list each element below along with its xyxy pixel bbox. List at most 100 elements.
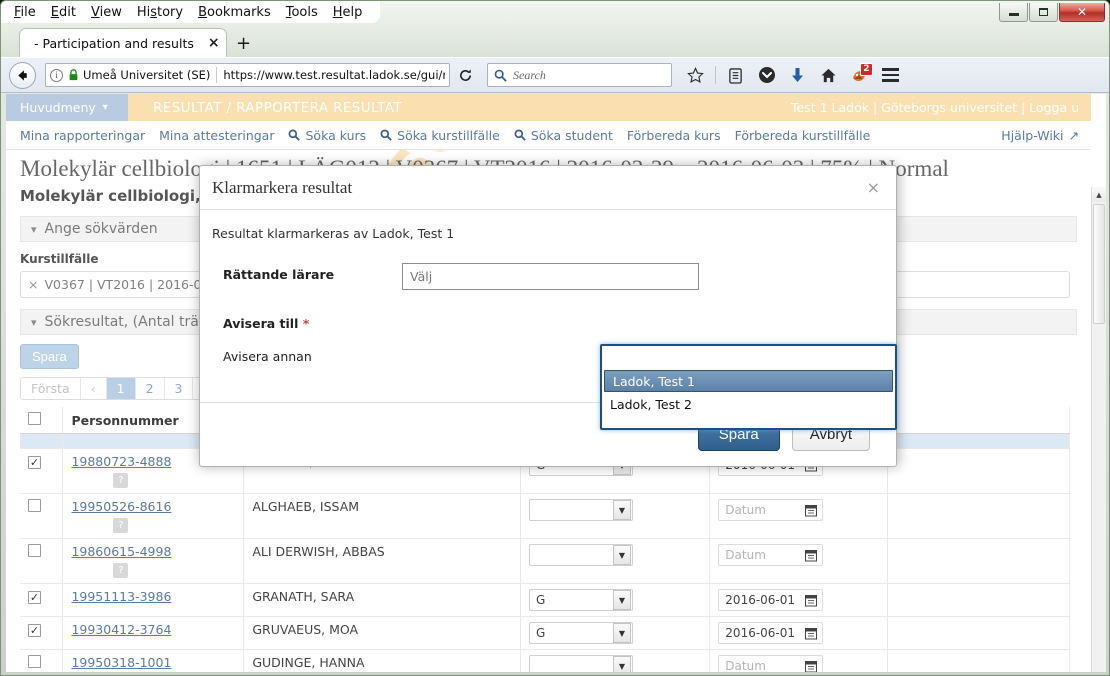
nav-forbereda-kurs[interactable]: Förbereda kurs <box>627 128 721 143</box>
tab-close-icon[interactable]: × <box>208 36 220 50</box>
row-checkbox[interactable]: ✓ <box>28 591 41 604</box>
url-bar[interactable]: i Umeå Universitet (SE) https://www.test… <box>45 63 450 87</box>
row-checkbox[interactable] <box>28 499 41 512</box>
help-icon[interactable]: ? <box>113 473 129 488</box>
chevron-down-icon[interactable]: ▼ <box>613 500 631 520</box>
browser-tab[interactable]: - Participation and results × <box>19 28 227 57</box>
close-window-button[interactable]: ✕ <box>1059 3 1105 22</box>
reload-button[interactable] <box>452 63 478 87</box>
scrollbar-thumb[interactable] <box>1093 204 1105 324</box>
grade-select[interactable]: ▼ <box>529 655 633 672</box>
pager-prev[interactable]: ‹ <box>80 378 107 399</box>
chevron-down-icon[interactable]: ▼ <box>613 590 631 610</box>
pager-page-2[interactable]: 2 <box>135 378 165 399</box>
search-icon <box>288 129 301 141</box>
show-sidebars-button[interactable] <box>722 62 749 89</box>
row-checkbox[interactable]: ✓ <box>28 456 41 469</box>
nav-mina-attesteringar[interactable]: Mina attesteringar <box>159 128 274 143</box>
menu-edit[interactable]: Edit <box>44 3 84 22</box>
personnummer-link[interactable]: 19930412-3764 <box>71 622 171 637</box>
url-text[interactable]: https://www.test.resultat.ladok.se/gui/r… <box>223 68 445 82</box>
nav-forbereda-kurstillfalle[interactable]: Förbereda kurstillfälle <box>735 128 871 143</box>
chevron-down-icon[interactable]: ▼ <box>613 545 631 565</box>
select-all-checkbox[interactable] <box>28 412 41 425</box>
menu-view[interactable]: View <box>84 3 130 22</box>
row-checkbox[interactable] <box>28 655 41 668</box>
chevron-down-icon[interactable]: ▼ <box>613 656 631 672</box>
row-checkbox[interactable] <box>28 544 41 557</box>
date-input[interactable]: Datum <box>718 544 824 566</box>
nav-mina-rapporteringar[interactable]: Mina rapporteringar <box>20 128 145 143</box>
date-input[interactable]: 2016-06-01 <box>718 589 824 611</box>
reload-icon <box>459 68 471 81</box>
maximize-button[interactable] <box>1029 3 1058 22</box>
page-info-icon[interactable]: i <box>50 68 63 82</box>
save-button[interactable]: Spara <box>20 344 79 369</box>
nav-label: Mina attesteringar <box>159 127 275 143</box>
close-icon[interactable]: × <box>867 179 880 196</box>
minimize-button[interactable] <box>999 3 1028 22</box>
nav-soka-kurs[interactable]: Söka kurs <box>288 128 366 143</box>
toolbar-separator <box>715 66 716 84</box>
rattande-larare-input[interactable]: Välj <box>402 263 699 290</box>
personnummer-link[interactable]: 19950526-8616 <box>71 499 171 514</box>
nav-soka-student[interactable]: Söka student <box>514 128 613 143</box>
avisera-till-text: Avisera till <box>223 316 299 331</box>
section-label: Ange sökvärden <box>44 221 158 237</box>
row-checkbox[interactable]: ✓ <box>28 624 41 637</box>
help-icon[interactable]: ? <box>113 518 129 533</box>
listbox-option-ladok-test-1[interactable]: Ladok, Test 1 <box>604 370 893 392</box>
nav-help-wiki[interactable]: Hjälp-Wiki ↗ <box>1001 128 1079 143</box>
user-info[interactable]: Test 1 Ladok | Göteborgs universitet | L… <box>791 94 1091 121</box>
menu-file[interactable]: File <box>7 3 44 22</box>
date-input[interactable]: Datum <box>718 499 824 521</box>
main-menu-button[interactable]: Huvudmeny ▾ <box>6 94 128 121</box>
personnummer-link[interactable]: 19950318-1001 <box>71 655 171 670</box>
calendar-icon[interactable] <box>805 627 818 640</box>
calendar-icon[interactable] <box>805 549 818 562</box>
calendar-icon[interactable] <box>805 660 818 673</box>
pager-page-3[interactable]: 3 <box>164 378 194 399</box>
personnummer-link[interactable]: 19860615-4998 <box>71 544 171 559</box>
pager-page-1[interactable]: 1 <box>106 378 136 399</box>
clipboard-icon <box>729 67 742 84</box>
menu-help[interactable]: Help <box>326 3 371 22</box>
pocket-button[interactable] <box>753 62 780 89</box>
home-button[interactable] <box>815 62 842 89</box>
back-button[interactable] <box>9 61 36 89</box>
chevron-down-icon[interactable]: ▼ <box>613 623 631 643</box>
pager-first[interactable]: Första <box>21 378 81 399</box>
grade-select[interactable]: G ▼ <box>529 622 633 644</box>
nav-label: Mina rapporteringar <box>20 127 146 143</box>
personnummer-link[interactable]: 19880723-4888 <box>71 454 171 469</box>
calendar-icon[interactable] <box>805 504 818 517</box>
help-icon[interactable]: ? <box>113 563 129 578</box>
menu-bookmarks[interactable]: Bookmarks <box>191 3 279 22</box>
date-input[interactable]: Datum <box>718 655 824 673</box>
search-bar[interactable]: Search <box>487 63 672 87</box>
scroll-up-button[interactable]: ▲ <box>1092 187 1106 202</box>
nav-soka-kurstillfalle[interactable]: Söka kurstillfälle <box>380 128 500 143</box>
bookmark-star-button[interactable] <box>682 62 709 89</box>
extension-button[interactable]: 2 <box>846 62 873 89</box>
new-tab-button[interactable]: + <box>229 30 259 57</box>
lock-icon <box>69 69 78 81</box>
listbox-option-ladok-test-2[interactable]: Ladok, Test 2 <box>602 392 895 416</box>
date-input[interactable]: 2016-06-01 <box>718 622 824 644</box>
personnummer-link[interactable]: 19951113-3986 <box>71 589 171 604</box>
grade-select[interactable]: ▼ <box>529 544 633 566</box>
remove-token-icon[interactable]: × <box>28 277 38 292</box>
downloads-button[interactable] <box>784 62 811 89</box>
menu-button[interactable] <box>877 62 904 89</box>
date-placeholder: Datum <box>725 548 766 562</box>
grade-select[interactable]: ▼ <box>529 499 633 521</box>
menu-tools[interactable]: Tools <box>279 3 326 22</box>
toolbar-icons: 2 <box>680 62 906 89</box>
calendar-icon[interactable] <box>805 594 818 607</box>
browser-menu-bar: File Edit View History Bookmarks Tools H… <box>1 1 381 23</box>
menu-history[interactable]: History <box>130 3 191 22</box>
avisera-till-listbox[interactable]: Ladok, Test 1 Ladok, Test 2 <box>600 344 897 430</box>
modal-body: Resultat klarmarkeras av Ladok, Test 1 R… <box>200 210 897 430</box>
grade-select[interactable]: G ▼ <box>529 589 633 611</box>
page-scrollbar[interactable]: ▲ ▼ <box>1091 187 1106 672</box>
